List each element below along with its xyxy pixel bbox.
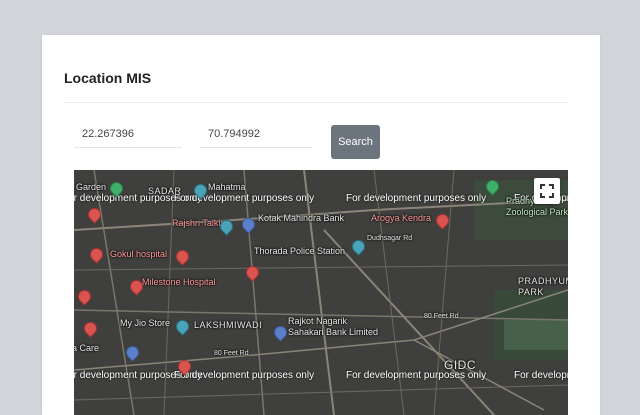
dev-watermark: For development purposes only xyxy=(174,370,315,381)
map-label: SADAR xyxy=(148,186,182,196)
map-label: My Jio Store xyxy=(120,318,171,328)
map-label: PRADHYUMAN PARK xyxy=(518,276,568,297)
map-label: a Care xyxy=(74,343,100,353)
map-label: GIDC xyxy=(444,358,476,372)
map-label: Gokul hospital xyxy=(110,249,168,259)
fullscreen-button[interactable] xyxy=(534,178,560,204)
map-label: Rajkot Nagarik Sahakari Bank Limited xyxy=(288,316,379,337)
latitude-input[interactable] xyxy=(74,121,182,148)
map-label: LAKSHMIWADI xyxy=(194,320,263,330)
map-label: Mahatma xyxy=(208,182,246,192)
map-label: 80 Feet Rd xyxy=(214,350,249,357)
map-label: Kotak Mahindra Bank xyxy=(258,213,345,223)
dev-watermark: For development purposes only xyxy=(346,193,487,204)
fullscreen-icon xyxy=(540,184,554,198)
search-button[interactable]: Search xyxy=(331,125,380,159)
location-card: Location MIS Search For devel xyxy=(42,35,600,415)
map-view[interactable]: For development purposes only For develo… xyxy=(74,170,568,415)
map-label: Garden xyxy=(76,182,107,192)
map-label: Arogya Kendra xyxy=(371,213,432,223)
map-label: Thorada Police Station xyxy=(254,246,346,256)
page-title: Location MIS xyxy=(64,70,152,86)
longitude-input[interactable] xyxy=(200,121,312,148)
dev-watermark: For development purposes only xyxy=(514,370,568,381)
map-label: Milestone Hospital xyxy=(142,277,216,287)
map-label: 80 Feet Rd xyxy=(424,313,459,320)
divider xyxy=(64,102,568,103)
map-label: Dudhsagar Rd xyxy=(367,235,413,242)
